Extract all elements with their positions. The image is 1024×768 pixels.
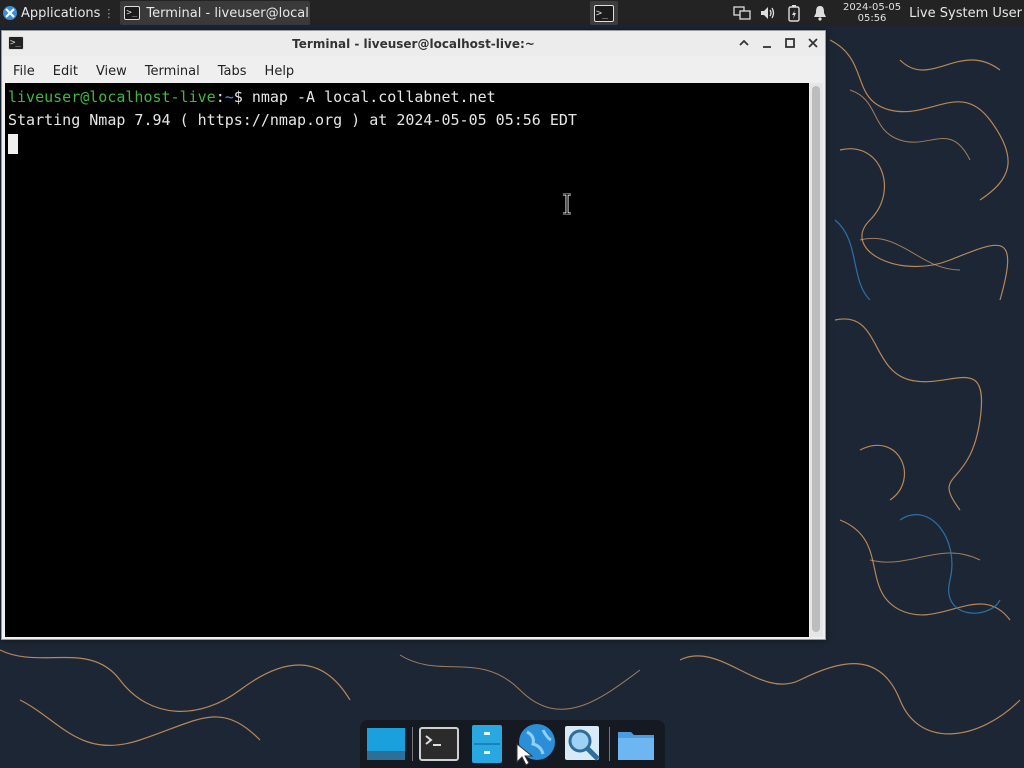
minimize-button[interactable] — [758, 34, 776, 52]
prompt-user: liveuser@localhost-live — [8, 88, 216, 106]
terminal-launcher-dock[interactable] — [417, 722, 461, 766]
top-panel: Applications ⋮ >_ Terminal - liveuser@lo… — [0, 0, 1024, 26]
terminal-output[interactable]: liveuser@localhost-live:~$ nmap -A local… — [5, 83, 809, 637]
web-browser-launcher[interactable] — [513, 722, 557, 766]
menu-handle-icon: ⋮ — [103, 6, 115, 20]
xfce-logo-icon — [3, 6, 17, 20]
menu-terminal[interactable]: Terminal — [138, 64, 207, 79]
shade-button[interactable] — [735, 34, 753, 52]
clock-date: 2024-05-05 — [842, 2, 902, 13]
output-line: Starting Nmap 7.94 ( https://nmap.org ) … — [8, 111, 577, 129]
folder-icon — [618, 732, 654, 760]
prompt-directory: ~ — [224, 88, 234, 106]
menu-view[interactable]: View — [89, 64, 134, 79]
command-line: liveuser@localhost-live:~$ nmap -A local… — [8, 86, 809, 109]
terminal-icon: >_ — [124, 6, 141, 20]
menu-edit[interactable]: Edit — [46, 64, 85, 79]
close-button[interactable] — [804, 34, 822, 52]
cursor-line — [8, 132, 809, 155]
clock-time: 05:56 — [857, 13, 887, 24]
terminal-icon: >_ — [594, 4, 614, 22]
terminal-launcher[interactable]: >_ — [590, 1, 618, 25]
menu-tabs[interactable]: Tabs — [211, 64, 254, 79]
menu-help[interactable]: Help — [258, 64, 302, 79]
dock-separator — [412, 727, 413, 761]
prompt-symbol: $ — [233, 88, 252, 106]
file-cabinet-launcher[interactable] — [465, 722, 509, 766]
window-title: Terminal - liveuser@localhost-live:~ — [292, 36, 535, 51]
prompt-separator: : — [215, 88, 225, 106]
search-launcher[interactable] — [561, 722, 605, 766]
clock[interactable]: 2024-05-05 05:56 — [843, 2, 901, 24]
file-cabinet-icon — [472, 725, 502, 763]
maximize-button[interactable] — [781, 34, 799, 52]
system-tray: 2024-05-05 05:56 Live System User — [729, 0, 1024, 26]
volume-icon[interactable] — [758, 3, 778, 23]
applications-label: Applications — [21, 5, 101, 21]
taskbar-terminal-label: Terminal - liveuser@localh... — [146, 5, 310, 21]
web-browser-icon — [516, 724, 555, 766]
user-menu[interactable]: Live System User — [909, 6, 1022, 21]
show-desktop-button[interactable] — [364, 722, 408, 766]
terminal-scrollbar[interactable] — [810, 83, 823, 637]
file-manager-launcher[interactable] — [614, 722, 658, 766]
terminal-icon — [419, 727, 459, 761]
dock-separator — [609, 727, 610, 761]
taskbar-terminal-button[interactable]: >_ Terminal - liveuser@localh... — [120, 1, 311, 25]
dock — [360, 720, 665, 768]
mouse-ibeam-cursor-icon — [563, 193, 571, 215]
command-text: nmap -A local.collabnet.net — [251, 88, 496, 106]
battery-icon[interactable] — [784, 3, 804, 23]
terminal-window: >_ Terminal - liveuser@localhost-live:~ … — [1, 30, 826, 640]
notification-bell-icon[interactable] — [810, 3, 830, 23]
network-icon[interactable] — [732, 3, 752, 23]
applications-menu[interactable]: Applications ⋮ — [0, 0, 118, 26]
text-cursor — [8, 133, 18, 154]
window-titlebar[interactable]: >_ Terminal - liveuser@localhost-live:~ — [2, 31, 825, 56]
show-desktop-icon — [367, 728, 405, 760]
menu-bar: File Edit View Terminal Tabs Help — [2, 59, 825, 83]
search-icon — [565, 726, 600, 761]
scrollbar-thumb[interactable] — [812, 86, 820, 632]
menu-file[interactable]: File — [6, 64, 42, 79]
